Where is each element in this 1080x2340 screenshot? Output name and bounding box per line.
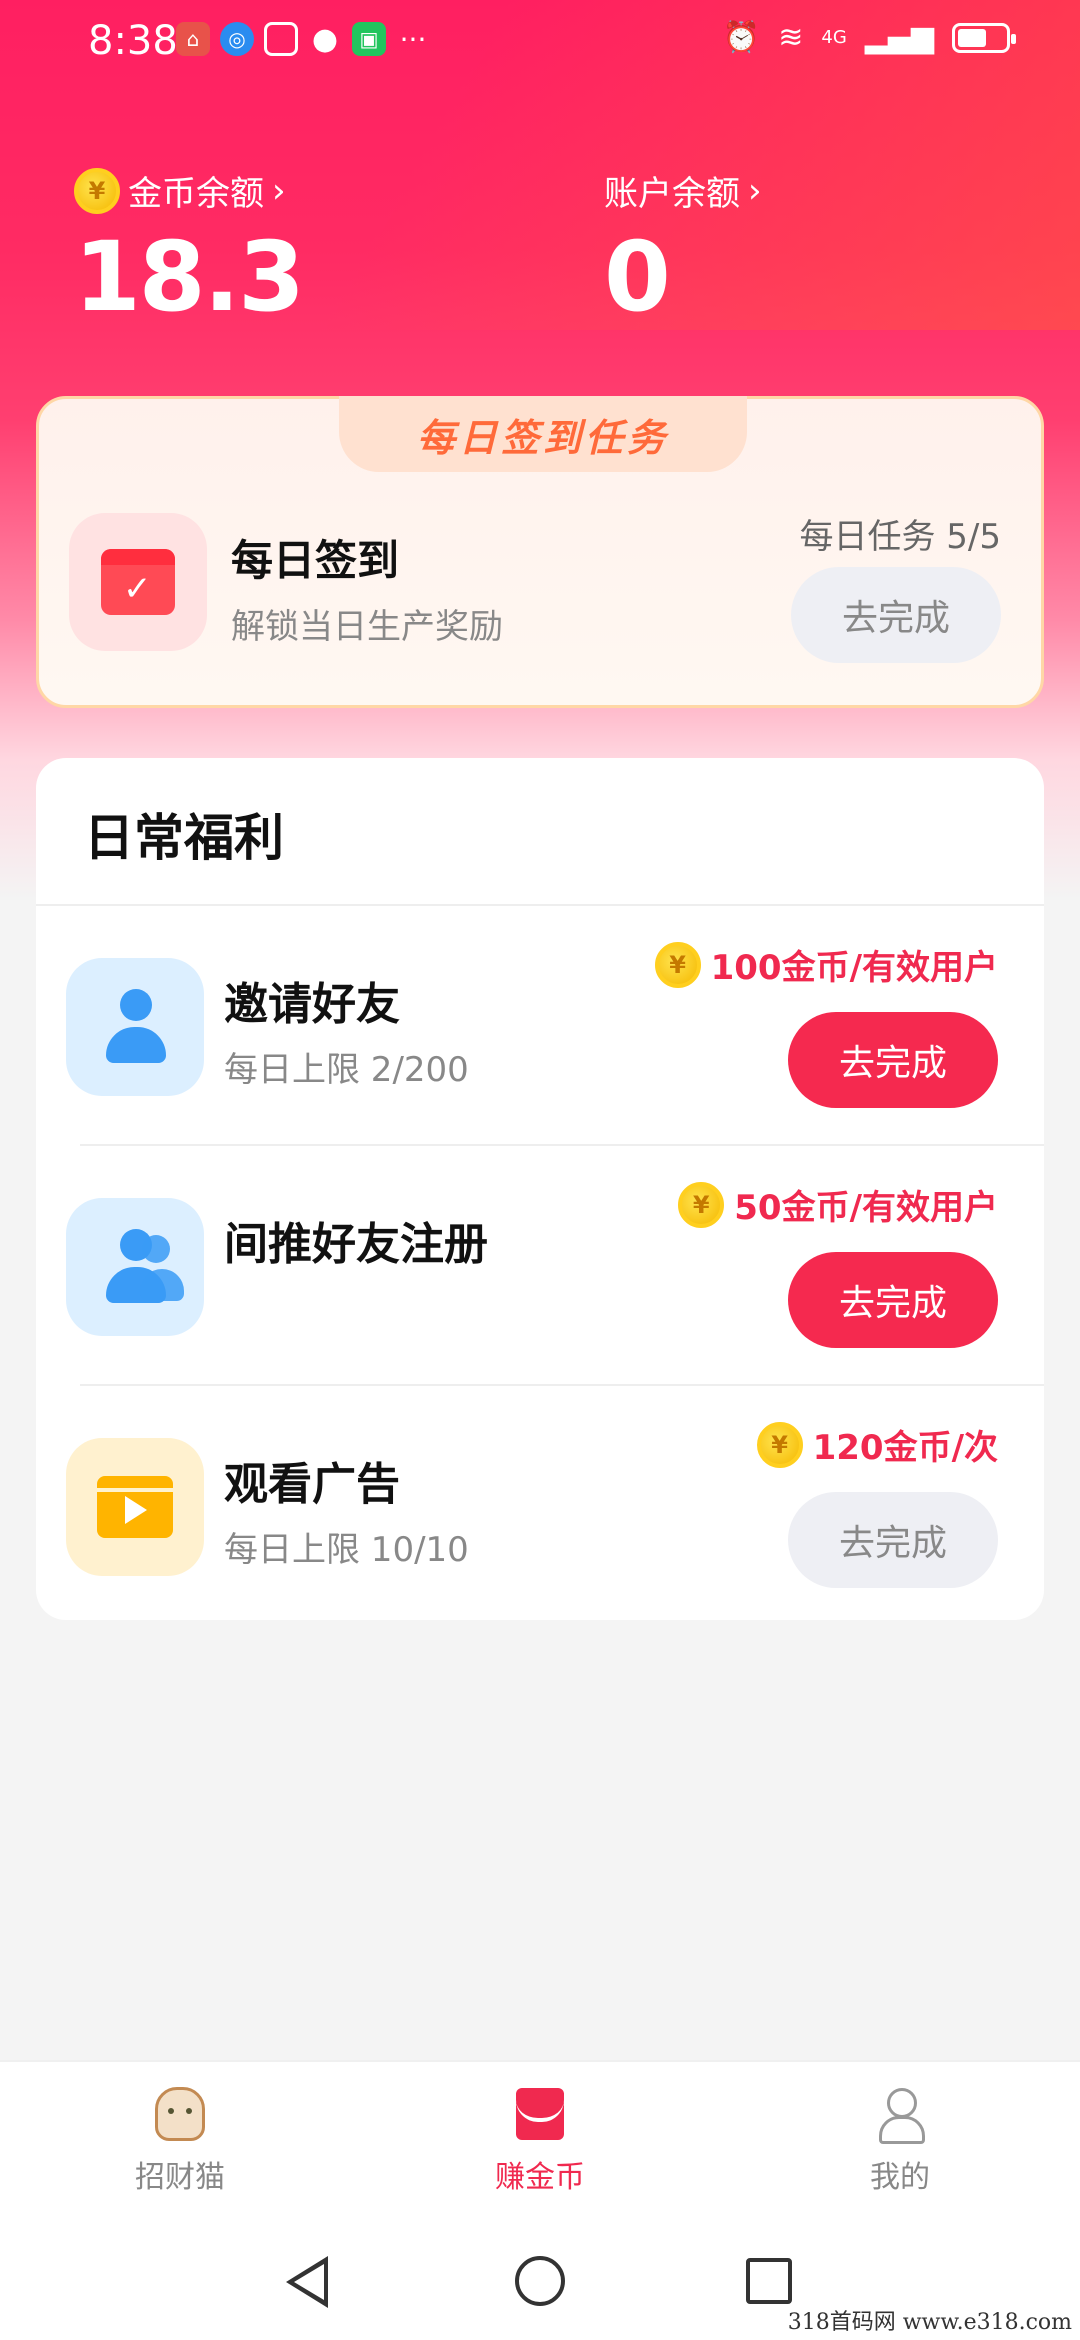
- bottom-tab-bar: 招财猫 赚金币 我的: [0, 2060, 1080, 2220]
- task-title: 间推好友注册: [224, 1219, 488, 1270]
- tab-label: 我的: [870, 2160, 930, 2195]
- account-balance-value: 0: [604, 221, 671, 333]
- coin-icon: ¥: [678, 1181, 725, 1228]
- calendar-icon: [264, 22, 298, 56]
- task-subtitle: 每日上限 2/200: [224, 1050, 469, 1090]
- wifi-icon: ≋: [778, 20, 804, 55]
- notification-icons: ⌂ ◎ ● ▣ ···: [176, 21, 430, 57]
- account-balance-label-text: 账户余额: [604, 174, 740, 214]
- task-title: 观看广告: [224, 1459, 400, 1510]
- invite-complete-button[interactable]: 去完成: [788, 1012, 998, 1108]
- more-dots-icon: ···: [399, 22, 427, 56]
- coin-icon: ¥: [654, 941, 701, 988]
- tab-mine[interactable]: 我的: [720, 2062, 1080, 2220]
- battery-icon: [952, 22, 1016, 53]
- referral-icon-container: [66, 1198, 204, 1336]
- task-reward: ¥ 100金币/有效用户: [654, 940, 998, 989]
- invite-icon-container: [66, 958, 204, 1096]
- home-icon[interactable]: [515, 2256, 565, 2306]
- status-time: 8:38: [88, 18, 178, 64]
- coin-balance-label-text: 金币余额: [128, 174, 264, 214]
- person-icon: [100, 989, 170, 1065]
- wechat-icon: ●: [311, 21, 339, 57]
- chevron-right-icon: ›: [748, 170, 762, 211]
- daily-signin-banner: 每日签到任务: [339, 396, 747, 472]
- calendar-check-icon: ✓: [101, 549, 175, 615]
- welfare-title: 日常福利: [84, 809, 284, 867]
- tab-label: 招财猫: [135, 2160, 225, 2195]
- user-icon: [872, 2086, 928, 2144]
- coin-icon: ¥: [756, 1421, 803, 1468]
- system-icons: ⏰ ≋ 4G ▂▄▆: [722, 20, 1016, 55]
- task-subtitle: 每日上限 10/10: [224, 1530, 469, 1570]
- signin-title: 每日签到: [231, 536, 400, 585]
- signal-icon: ▂▄▆: [864, 20, 934, 55]
- task-title: 邀请好友: [224, 979, 400, 1030]
- task-reward-text: 100金币/有效用户: [710, 948, 998, 988]
- task-reward: ¥ 120金币/次: [756, 1420, 998, 1469]
- lucky-cat-icon: [152, 2086, 208, 2142]
- coin-balance[interactable]: ¥ 金币余额 › 18.3: [74, 166, 305, 333]
- coin-balance-value: 18.3: [74, 221, 305, 333]
- video-play-icon: [97, 1476, 173, 1538]
- red-envelope-icon: [512, 2086, 568, 2142]
- task-invite-friends: 邀请好友 每日上限 2/200 ¥ 100金币/有效用户 去完成: [36, 906, 1044, 1146]
- coin-balance-label: ¥ 金币余额 ›: [74, 166, 303, 215]
- task-indirect-referral: 间推好友注册 ¥ 50金币/有效用户 去完成: [36, 1146, 1044, 1386]
- account-balance[interactable]: 账户余额 › 0: [604, 166, 762, 334]
- referral-complete-button[interactable]: 去完成: [788, 1252, 998, 1348]
- system-navigation-bar: 318首码网 www.e318.com: [0, 2220, 1080, 2340]
- alarm-icon: ⏰: [722, 20, 761, 55]
- task-reward-text: 50金币/有效用户: [734, 1188, 998, 1228]
- watermark: 318首码网 www.e318.com: [787, 2310, 1072, 2335]
- browser-icon: ◎: [220, 22, 254, 56]
- task-reward: ¥ 50金币/有效用户: [678, 1180, 998, 1229]
- task-reward-text: 120金币/次: [812, 1428, 998, 1468]
- status-bar: 8:38 ⌂ ◎ ● ▣ ··· ⏰ ≋ 4G ▂▄▆: [0, 0, 1080, 82]
- huawei-app-icon: ⌂: [176, 22, 210, 56]
- signin-progress: 每日任务 5/5: [799, 517, 1001, 557]
- tab-lucky-cat[interactable]: 招财猫: [0, 2062, 360, 2220]
- recent-apps-icon[interactable]: [746, 2258, 792, 2304]
- coin-icon: ¥: [74, 167, 120, 214]
- tab-earn-coins[interactable]: 赚金币: [360, 2062, 720, 2220]
- daily-signin-card: 每日签到任务 ✓ 每日签到 解锁当日生产奖励 每日任务 5/5 去完成: [36, 396, 1044, 708]
- account-balance-label: 账户余额 ›: [604, 166, 762, 215]
- task-watch-ads: 观看广告 每日上限 10/10 ¥ 120金币/次 去完成: [36, 1386, 1044, 1626]
- back-icon[interactable]: [286, 2256, 328, 2308]
- ad-icon-container: [66, 1438, 204, 1576]
- signin-complete-button[interactable]: 去完成: [791, 567, 1001, 663]
- tab-label: 赚金币: [495, 2160, 585, 2195]
- watch-ad-complete-button[interactable]: 去完成: [788, 1492, 998, 1588]
- group-icon: [100, 1229, 184, 1305]
- network-type: 4G: [821, 27, 847, 48]
- iqiyi-icon: ▣: [352, 22, 386, 56]
- daily-welfare-card: 日常福利 邀请好友 每日上限 2/200 ¥ 100金币/有效用户 去完成 间推…: [36, 758, 1044, 1620]
- signin-icon-container: ✓: [69, 513, 207, 651]
- chevron-right-icon: ›: [272, 170, 286, 211]
- signin-subtitle: 解锁当日生产奖励: [231, 607, 503, 647]
